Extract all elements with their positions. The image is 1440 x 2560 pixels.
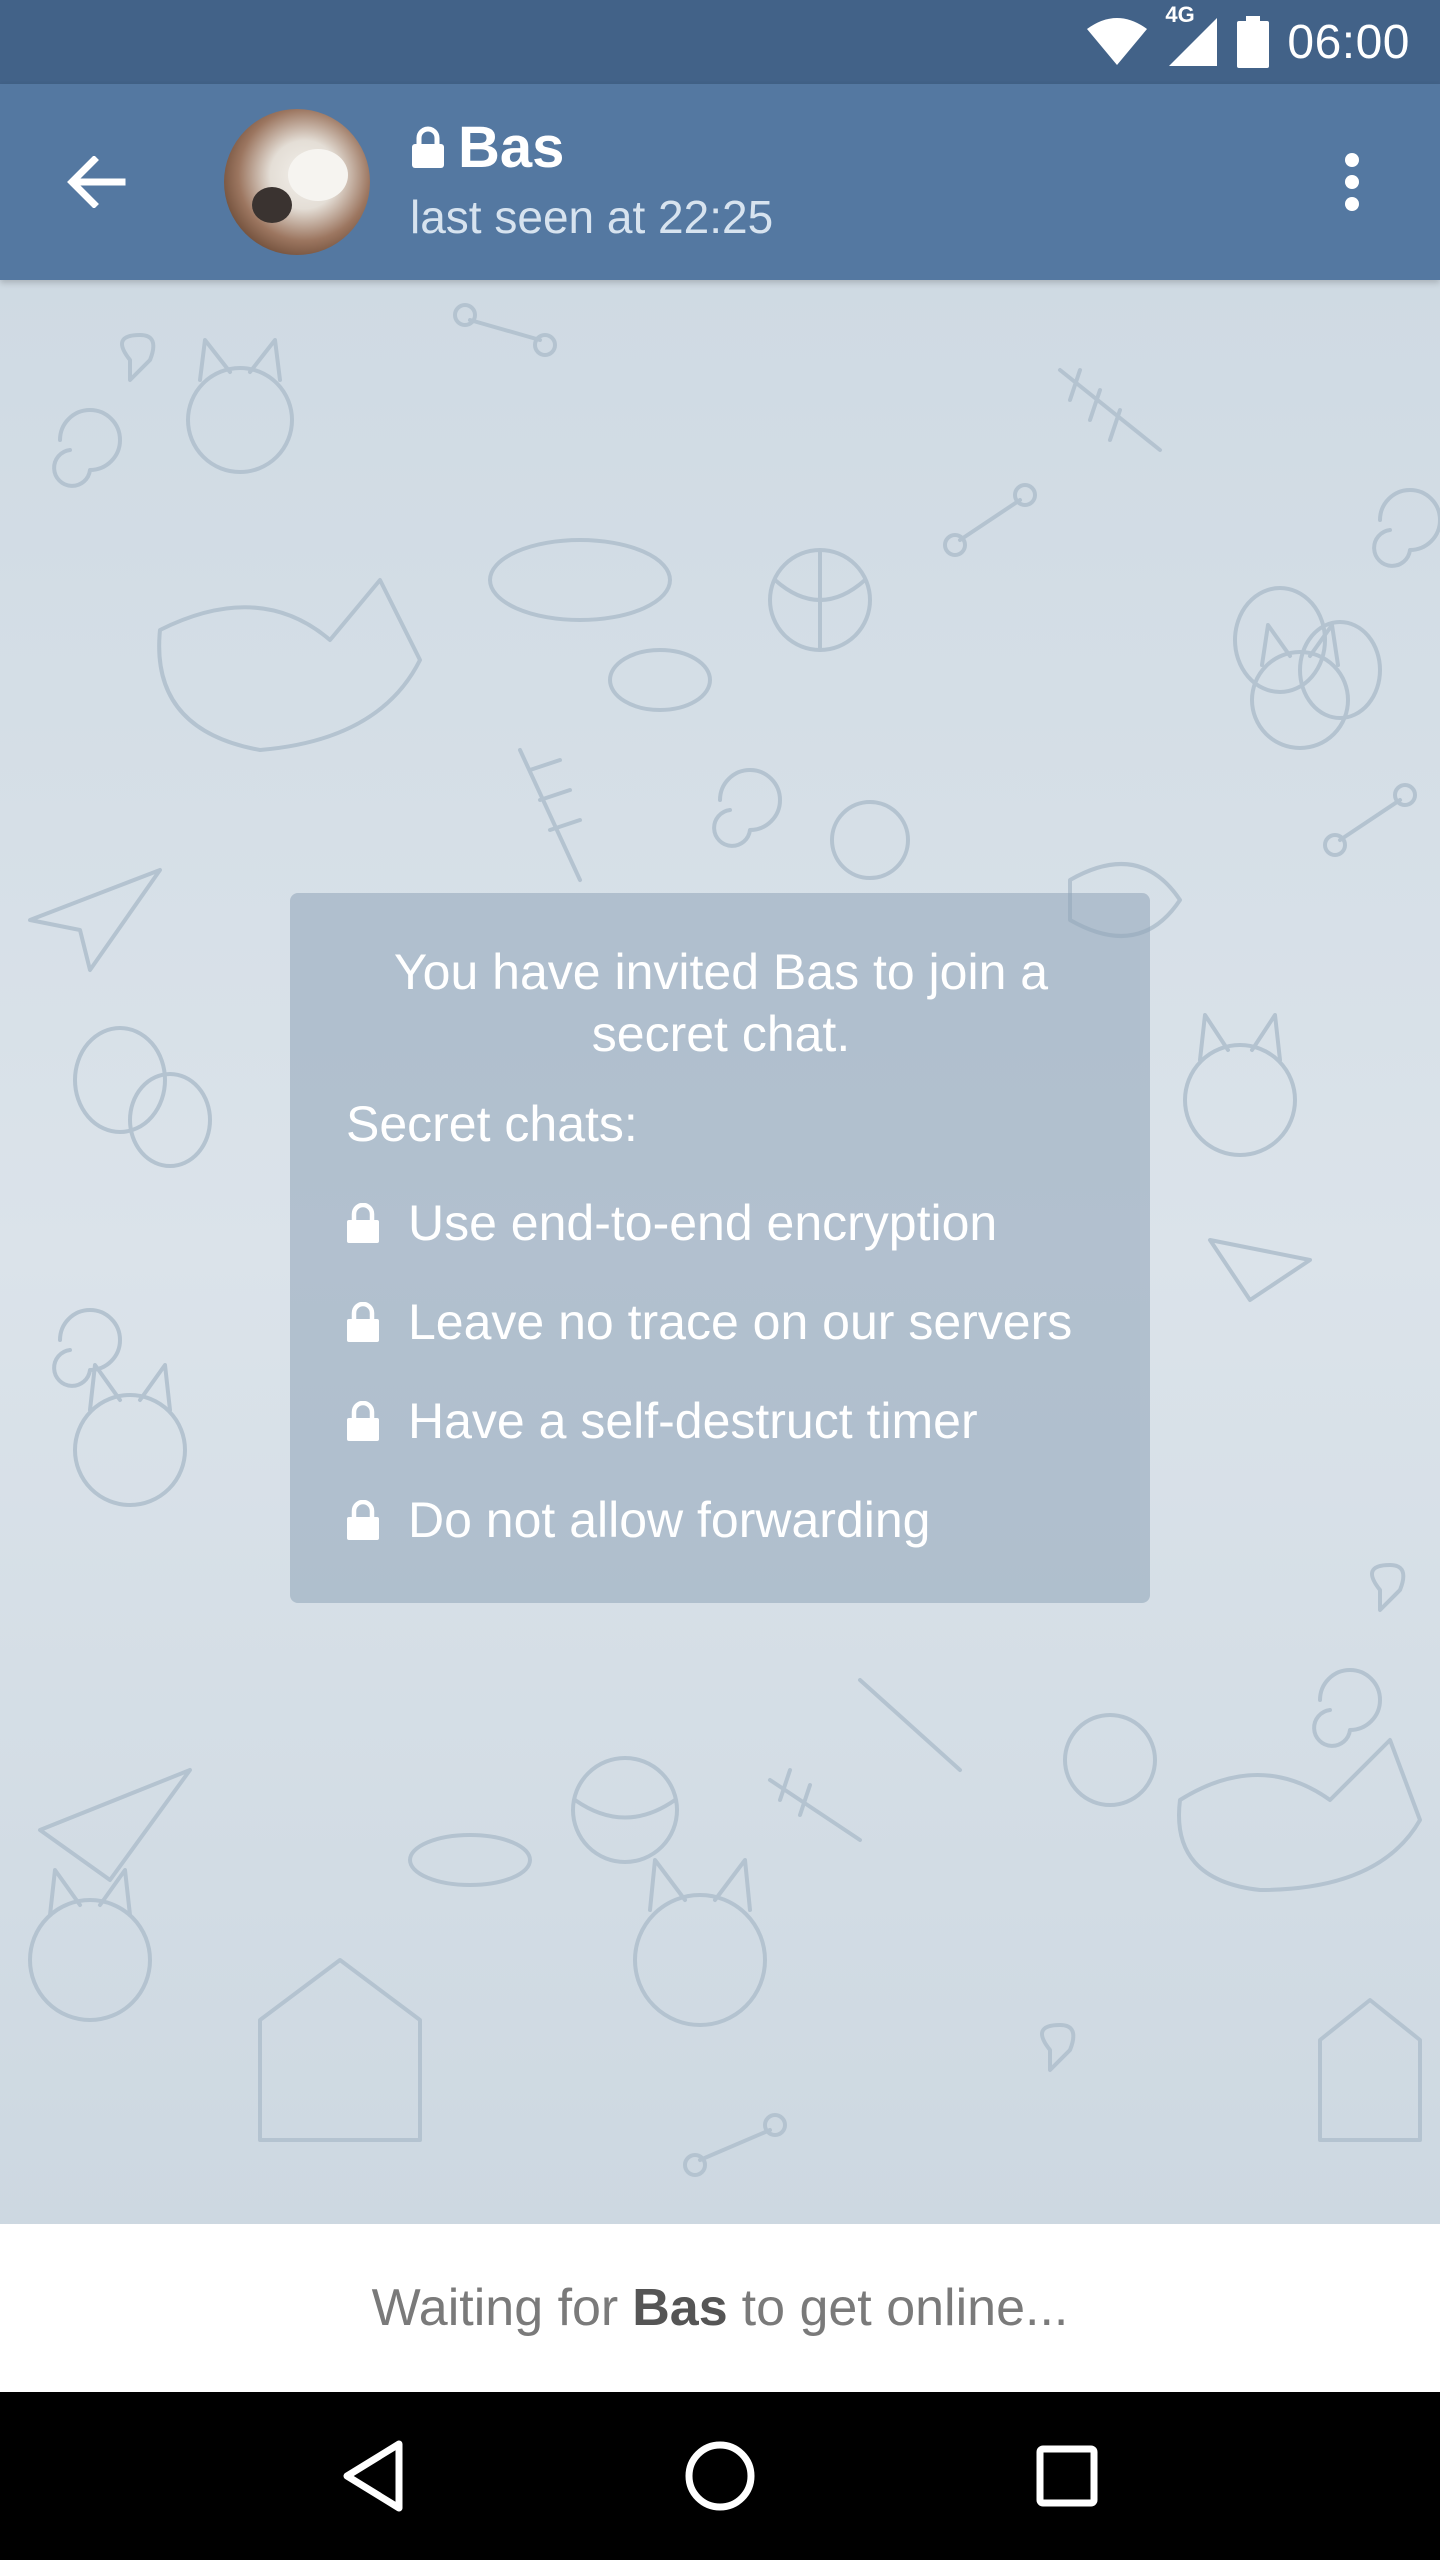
status-time: 06:00 xyxy=(1287,15,1410,69)
last-seen-status: last seen at 22:25 xyxy=(410,191,774,243)
network-type-label: 4G xyxy=(1165,2,1195,27)
secret-chat-screen: 4G 06:00 Bas last seen at 22:25 You have… xyxy=(0,0,1440,2560)
signal-icon: 4G xyxy=(1165,2,1219,68)
back-button[interactable] xyxy=(48,134,144,230)
home-circle-icon xyxy=(684,2440,756,2512)
back-triangle-icon xyxy=(341,2440,405,2512)
nav-home-button[interactable] xyxy=(660,2416,780,2536)
feature-item: Use end-to-end encryption xyxy=(346,1192,1096,1254)
lock-icon xyxy=(410,126,446,168)
waiting-suffix: to get online... xyxy=(741,2279,1069,2337)
secret-chat-info-card: You have invited Bas to join a secret ch… xyxy=(290,893,1150,1603)
chat-header: Bas last seen at 22:25 xyxy=(0,84,1440,280)
system-navigation-bar xyxy=(0,2392,1440,2560)
secret-chat-intro: You have invited Bas to join a secret ch… xyxy=(393,944,1049,1062)
chat-title: Bas xyxy=(410,112,773,182)
nav-recents-button[interactable] xyxy=(1007,2416,1127,2536)
nav-back-button[interactable] xyxy=(313,2416,433,2536)
lock-icon xyxy=(346,1302,382,1342)
feature-text: Have a self-destruct timer xyxy=(408,1393,978,1449)
back-arrow-icon xyxy=(66,156,126,208)
recents-square-icon xyxy=(1035,2444,1099,2508)
contact-avatar[interactable] xyxy=(224,109,370,255)
feature-item: Leave no trace on our servers xyxy=(346,1291,1096,1353)
more-vert-icon xyxy=(1342,152,1362,212)
waiting-status-bar: Waiting for Bas to get online... xyxy=(0,2224,1440,2392)
chat-title-block[interactable]: Bas last seen at 22:25 xyxy=(410,112,773,244)
feature-item: Do not allow forwarding xyxy=(346,1489,1096,1551)
feature-text: Use end-to-end encryption xyxy=(408,1195,998,1251)
lock-icon xyxy=(346,1500,382,1540)
lock-icon xyxy=(346,1401,382,1441)
contact-name: Bas xyxy=(458,114,565,180)
battery-icon xyxy=(1237,16,1270,68)
feature-text: Leave no trace on our servers xyxy=(408,1294,1073,1350)
feature-item: Have a self-destruct timer xyxy=(346,1390,1096,1452)
more-options-button[interactable] xyxy=(1304,134,1400,230)
feature-text: Do not allow forwarding xyxy=(408,1492,931,1548)
waiting-contact-name: Bas xyxy=(632,2279,728,2337)
secret-chats-heading: Secret chats: xyxy=(346,1096,638,1152)
status-bar: 4G 06:00 xyxy=(0,0,1440,84)
chat-area[interactable]: You have invited Bas to join a secret ch… xyxy=(0,280,1440,2224)
lock-icon xyxy=(346,1203,382,1243)
wifi-icon xyxy=(1085,17,1149,67)
waiting-prefix: Waiting for xyxy=(371,2279,619,2337)
